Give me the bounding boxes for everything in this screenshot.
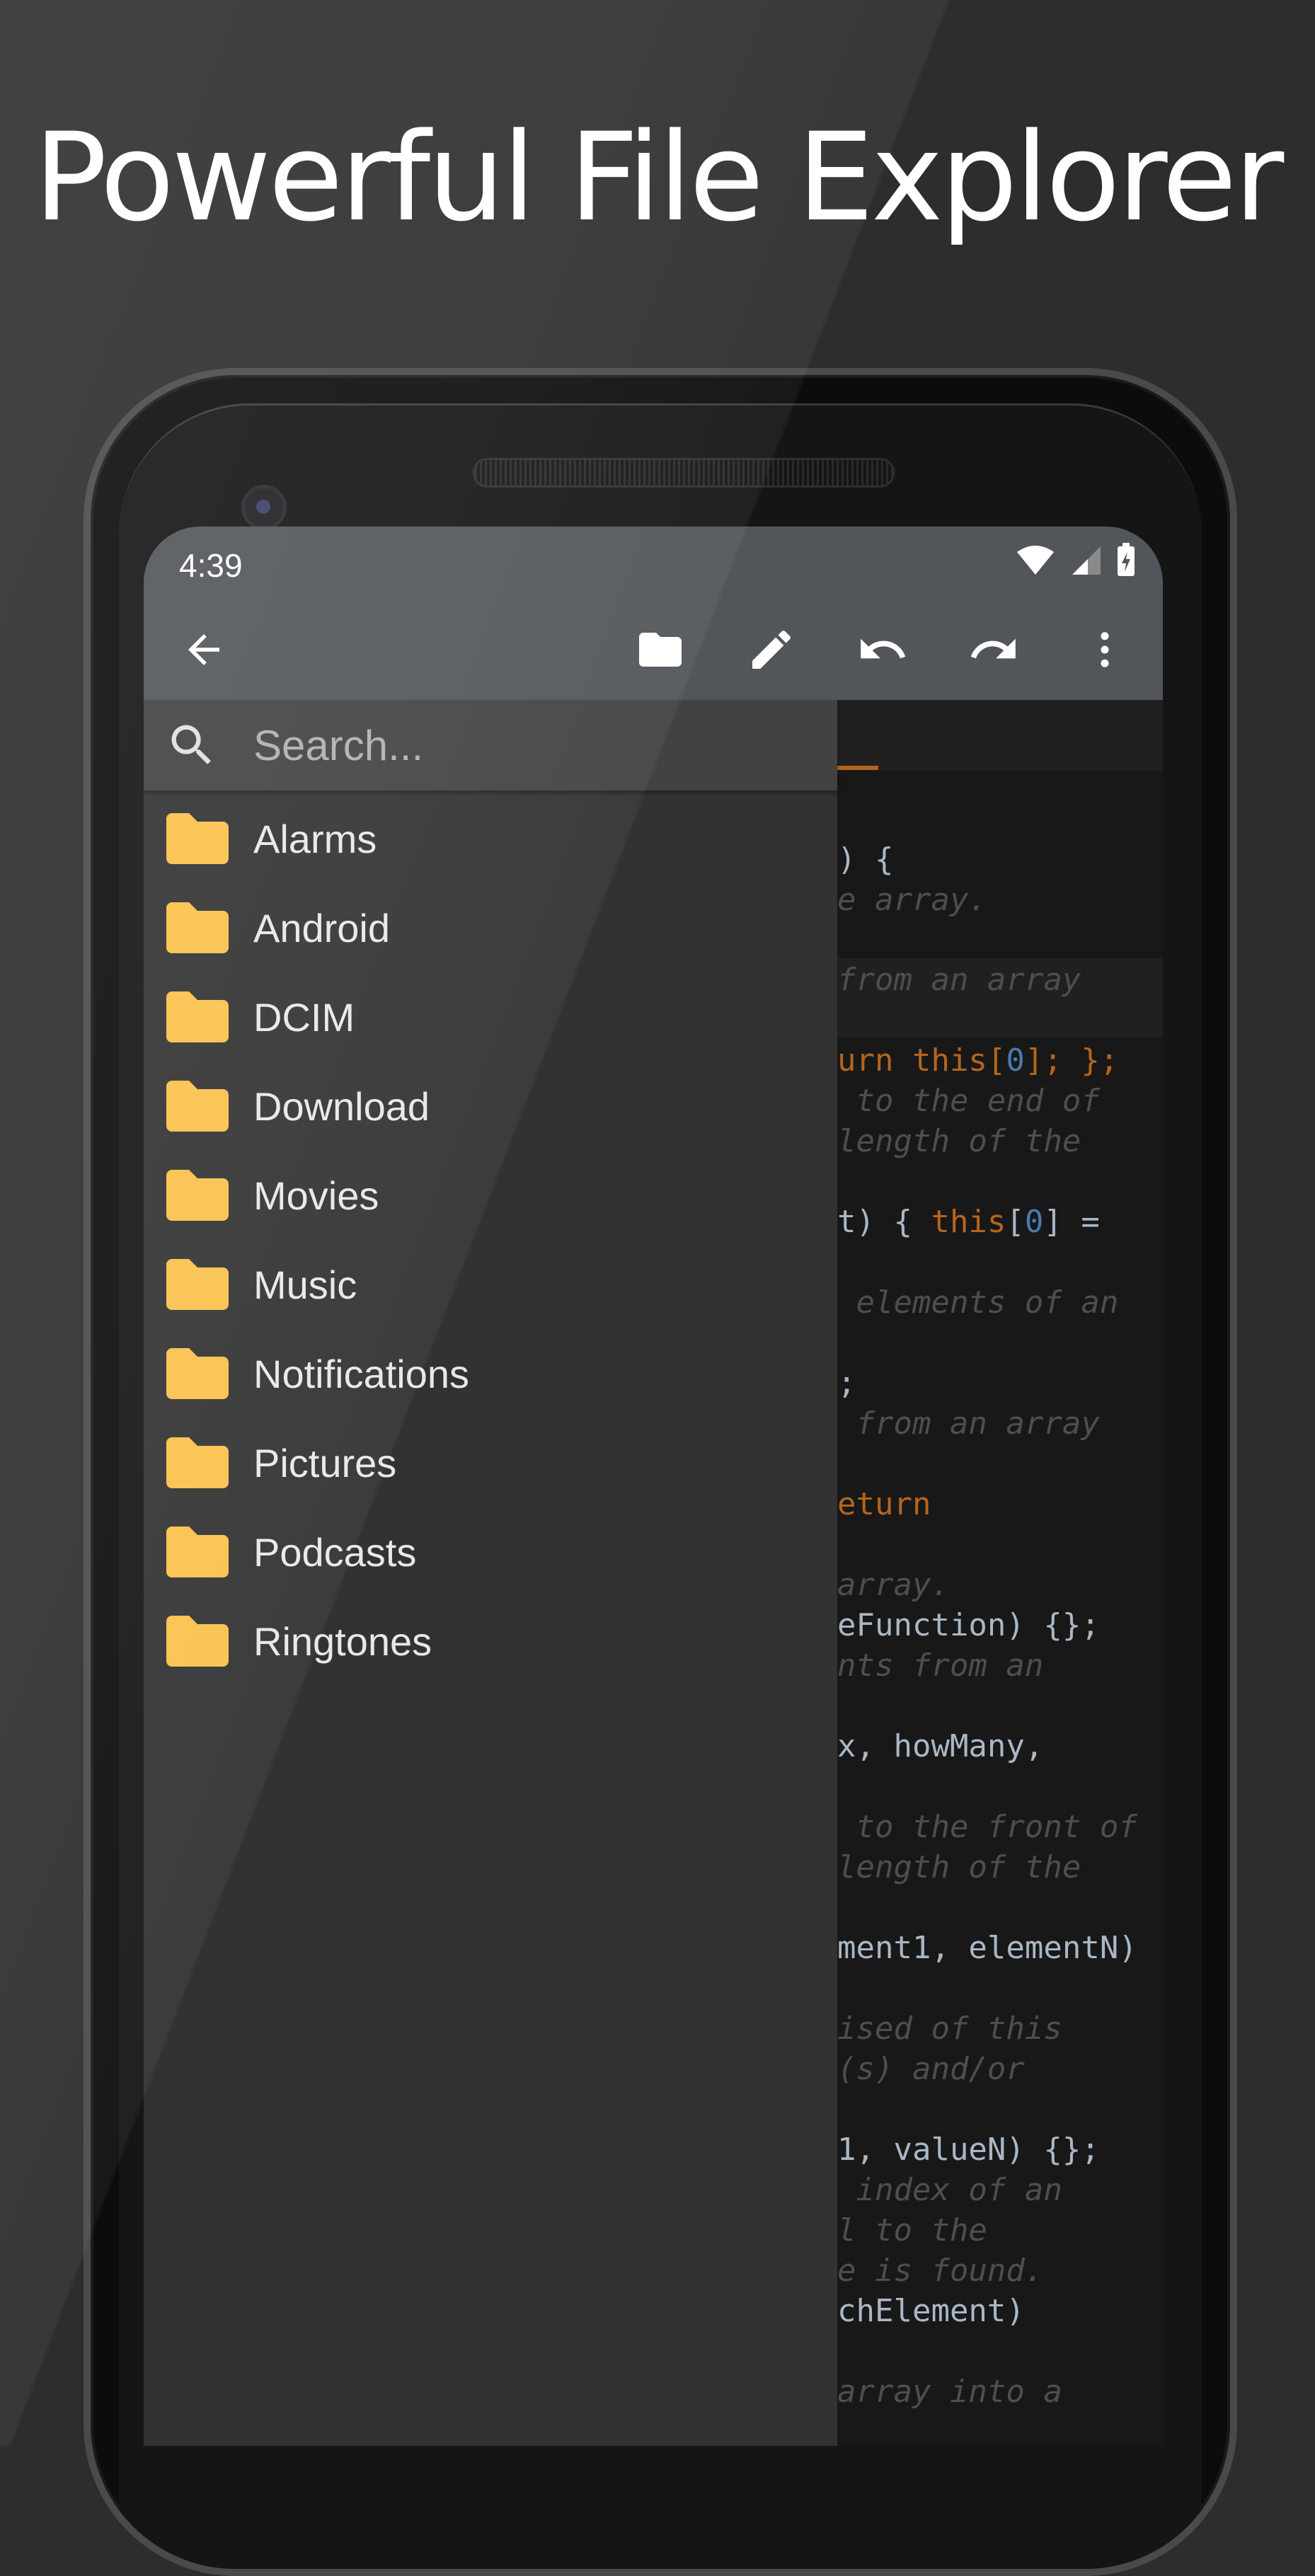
folder-label: Download xyxy=(253,1084,430,1129)
folder-row[interactable]: Notifications xyxy=(144,1328,837,1418)
folder-label: Pictures xyxy=(253,1441,397,1485)
code-line: e is found. xyxy=(837,2253,1044,2289)
folder-row[interactable]: DCIM xyxy=(144,972,837,1061)
folder-icon xyxy=(639,633,682,667)
code-line: eFunction) {}; xyxy=(837,1607,1100,1643)
folder-button[interactable] xyxy=(632,621,689,678)
folder-row[interactable]: Movies xyxy=(144,1150,837,1239)
code-line: urn this[0]; }; xyxy=(837,1042,1119,1079)
code-line: nts from an xyxy=(837,1648,1044,1684)
folder-row[interactable]: Android xyxy=(144,882,837,972)
folder-label: Alarms xyxy=(253,817,377,861)
status-icons xyxy=(1016,542,1136,577)
folder-icon xyxy=(166,1348,229,1399)
folder-row[interactable]: Alarms xyxy=(144,793,837,882)
folder-icon xyxy=(166,1437,229,1488)
code-line: ) { xyxy=(837,841,894,878)
folder-label: Movies xyxy=(253,1173,379,1218)
code-line: to the front of xyxy=(837,1809,1137,1845)
active-tab-indicator xyxy=(837,766,878,770)
folder-row[interactable]: Download xyxy=(144,1061,837,1150)
folder-row[interactable]: Podcasts xyxy=(144,1507,837,1596)
folder-row[interactable]: Music xyxy=(144,1239,837,1328)
code-line: from an array xyxy=(837,962,1081,998)
folder-icon xyxy=(166,1081,229,1132)
code-line: array. xyxy=(837,1567,950,1603)
folder-icon xyxy=(166,1526,229,1577)
code-line: ; xyxy=(837,1365,856,1401)
code-line: 1, valueN) {}; xyxy=(837,2132,1100,2168)
redo-icon xyxy=(970,638,1016,659)
app-toolbar xyxy=(144,597,1163,700)
folder-row[interactable]: Pictures xyxy=(144,1418,837,1507)
earpiece-speaker xyxy=(473,458,895,488)
code-line: array into a xyxy=(837,2374,1062,2410)
folder-icon xyxy=(166,991,229,1042)
folder-icon xyxy=(166,813,229,864)
folder-label: DCIM xyxy=(253,995,355,1040)
code-line: length of the xyxy=(837,1123,1081,1159)
code-line: l to the xyxy=(837,2212,987,2248)
pencil-icon xyxy=(752,630,791,669)
folder-icon xyxy=(166,1170,229,1221)
code-line: ment1, elementN) xyxy=(837,1930,1137,1966)
folder-icon xyxy=(166,1259,229,1310)
redo-button[interactable] xyxy=(965,621,1022,678)
file-drawer: Search... Alarms Android DCIM Download Movie… xyxy=(144,700,837,2446)
headline: Powerful File Explorer xyxy=(33,106,1285,248)
front-camera-icon xyxy=(241,485,287,530)
status-time: 4:39 xyxy=(179,547,243,584)
folder-label: Notifications xyxy=(253,1352,470,1396)
folder-label: Music xyxy=(253,1263,357,1307)
more-options-button[interactable] xyxy=(1076,621,1133,678)
search-input[interactable]: Search... xyxy=(253,721,423,770)
volume-button xyxy=(1233,1253,1237,1550)
folder-label: Android xyxy=(253,906,391,950)
editor-tab-strip[interactable] xyxy=(837,700,1163,771)
signal-icon xyxy=(1072,546,1101,575)
code-line: eturn xyxy=(837,1486,931,1522)
undo-button[interactable] xyxy=(854,621,911,678)
folder-label: Podcasts xyxy=(253,1530,417,1575)
code-line: index of an xyxy=(837,2172,1062,2208)
code-line: chElement) xyxy=(837,2293,1025,2329)
code-line: (s) and/or xyxy=(837,2051,1025,2087)
power-button xyxy=(1233,941,1237,1083)
folder-icon xyxy=(166,1616,229,1667)
device-screen: 4:39 ) { e array. from an array urn this… xyxy=(144,527,1163,2446)
code-editor[interactable]: ) { e array. from an array urn this[0]; … xyxy=(837,771,1163,2446)
folder-label: Ringtones xyxy=(253,1619,432,1664)
wifi-icon xyxy=(1017,546,1054,575)
back-button[interactable] xyxy=(176,621,232,678)
edit-button[interactable] xyxy=(743,621,800,678)
code-line: to the end of xyxy=(837,1083,1100,1119)
undo-icon xyxy=(861,638,906,659)
code-line: from an array xyxy=(837,1405,1100,1442)
folder-icon xyxy=(166,902,229,953)
code-line: t) { this[0] = xyxy=(837,1204,1100,1240)
arrow-back-icon xyxy=(188,634,219,665)
search-icon xyxy=(171,725,211,764)
code-line: length of the xyxy=(837,1849,1081,1885)
search-bar[interactable]: Search... xyxy=(144,700,837,790)
battery-icon xyxy=(1118,543,1135,576)
folder-row[interactable]: Ringtones xyxy=(144,1596,837,1685)
code-line: e array. xyxy=(837,882,987,918)
code-line: x, howMany, xyxy=(837,1728,1044,1764)
status-bar: 4:39 xyxy=(144,527,1163,597)
code-line: ised of this xyxy=(837,2011,1062,2047)
more-vert-icon xyxy=(1101,632,1109,667)
code-line: elements of an xyxy=(837,1284,1119,1321)
